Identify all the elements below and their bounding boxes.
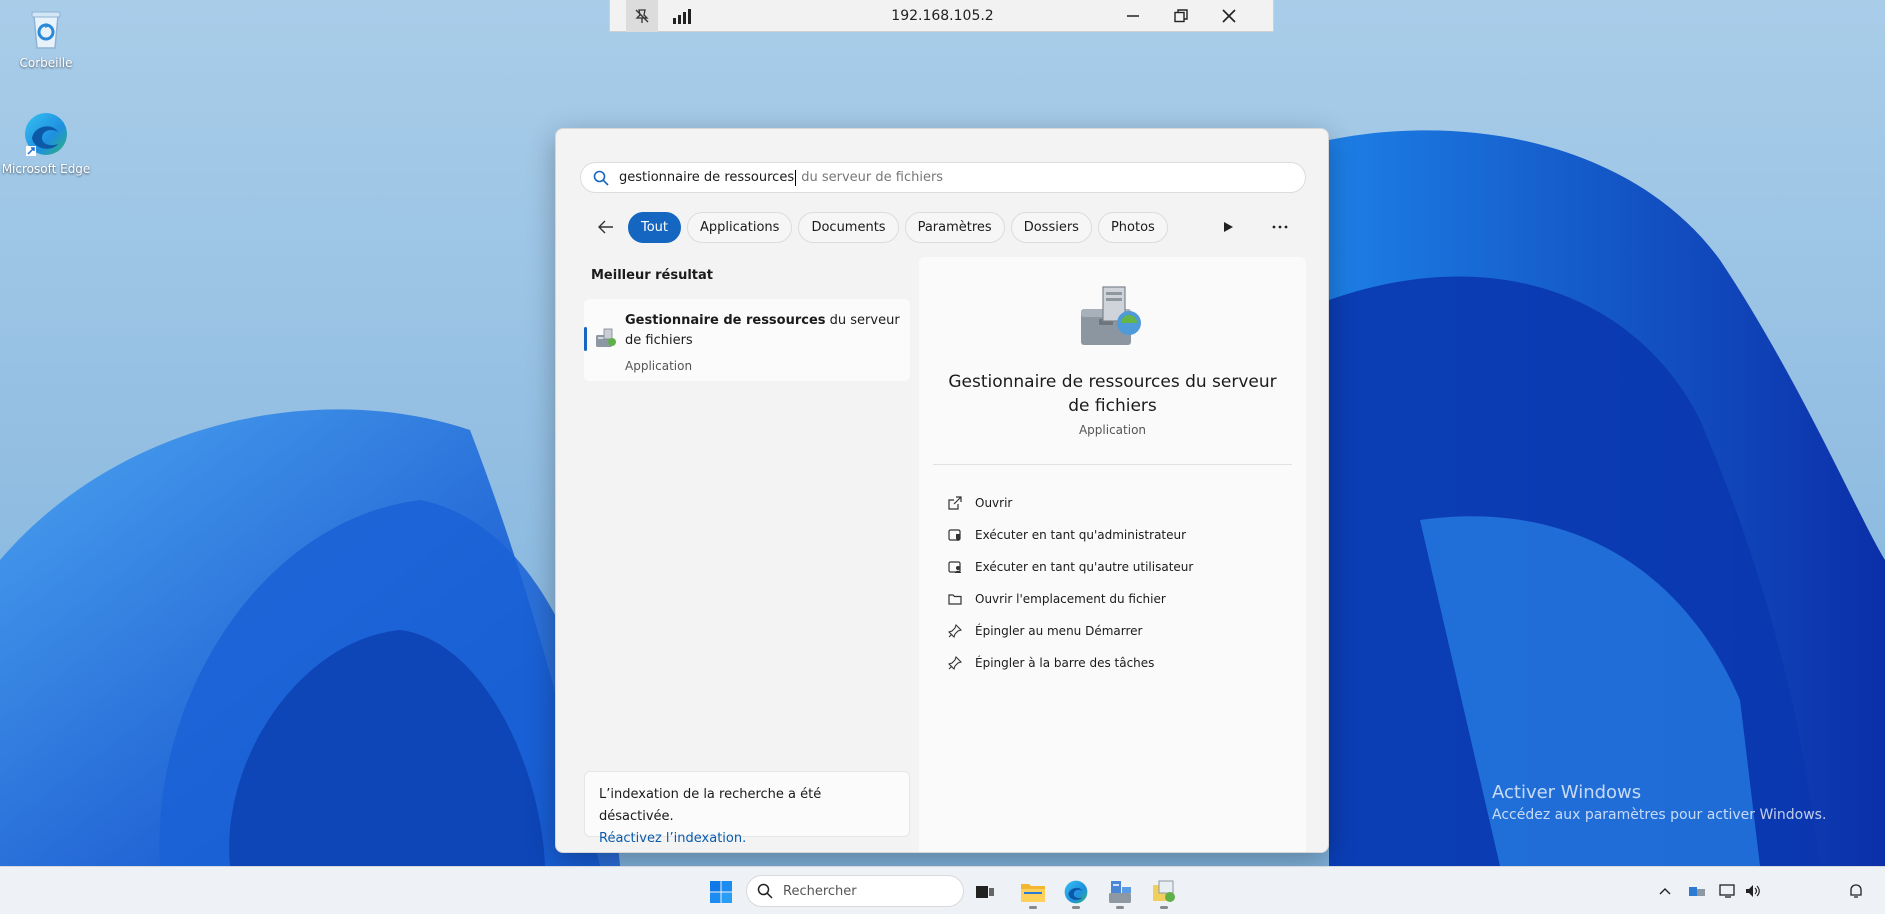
details-actions-list: Ouvrir Exécuter en tant qu'administrateu… — [947, 487, 1193, 679]
edge-icon — [1064, 880, 1088, 904]
file-server-resource-manager-icon — [596, 328, 616, 347]
taskbar-app-file-explorer[interactable] — [1016, 875, 1050, 909]
filter-tab-all[interactable]: Tout — [628, 211, 682, 243]
notification-bell-icon — [1850, 884, 1862, 898]
start-button[interactable] — [704, 875, 738, 909]
search-query-text: gestionnaire de ressources — [619, 170, 795, 185]
minimize-icon[interactable] — [1109, 0, 1157, 32]
filter-tab-documents[interactable]: Documents — [798, 211, 899, 243]
windows-logo-icon — [710, 881, 732, 903]
running-indicator — [1160, 906, 1168, 909]
filter-tab-settings[interactable]: Paramètres — [904, 211, 1005, 243]
action-label: Exécuter en tant qu'autre utilisateur — [975, 560, 1194, 574]
shield-admin-icon — [947, 527, 963, 543]
tray-display[interactable] — [1717, 880, 1739, 902]
details-title: Gestionnaire de ressources du serveur de… — [948, 372, 1277, 416]
watermark-title: Activer Windows — [1492, 782, 1642, 803]
action-label: Épingler à la barre des tâches — [975, 656, 1155, 670]
running-indicator — [1072, 906, 1080, 909]
selection-indicator — [584, 327, 587, 351]
taskbar-app-server-manager[interactable] — [1103, 875, 1137, 909]
play-more-filters-icon[interactable] — [1202, 211, 1254, 243]
best-result-heading: Meilleur résultat — [591, 268, 714, 283]
search-input[interactable]: gestionnaire de ressources du serveur de… — [580, 162, 1306, 193]
start-search-panel: gestionnaire de ressources du serveur de… — [555, 128, 1329, 853]
tray-volume[interactable] — [1742, 880, 1764, 902]
details-type: Application — [1078, 423, 1147, 437]
action-open-file-location[interactable]: Ouvrir l'emplacement du fichier — [947, 583, 1193, 615]
pin-icon — [947, 623, 963, 639]
file-server-resource-manager-icon — [1081, 286, 1141, 345]
desktop-icon-label: Microsoft Edge — [1, 162, 91, 176]
filter-tab-applications[interactable]: Applications — [687, 211, 793, 243]
reenable-indexing-link[interactable]: Réactivez l’indexation. — [599, 828, 895, 850]
search-autocomplete-text: du serveur de fichiers — [797, 170, 944, 185]
taskbar-search-placeholder: Rechercher — [783, 883, 857, 899]
activation-watermark: Activer Windows Accédez aux paramètres p… — [1492, 782, 1826, 823]
taskbar: Rechercher — [0, 866, 1885, 914]
result-details-pane: Gestionnaire de ressources du serveur de… — [919, 257, 1306, 852]
task-view-button[interactable] — [968, 875, 1002, 909]
taskbar-app-edge[interactable] — [1059, 875, 1093, 909]
file-explorer-icon — [1021, 884, 1045, 902]
recycle-bin-icon — [31, 11, 61, 49]
action-open[interactable]: Ouvrir — [947, 487, 1193, 519]
volume-icon — [1746, 885, 1760, 897]
notifications-button[interactable] — [1845, 880, 1867, 902]
close-icon[interactable] — [1205, 0, 1253, 32]
divider — [933, 464, 1292, 465]
watermark-subtitle: Accédez aux paramètres pour activer Wind… — [1492, 807, 1827, 823]
best-result-item[interactable]: Gestionnaire de ressources du serveur de… — [584, 299, 910, 381]
indexing-notice: L’indexation de la recherche a été désac… — [584, 771, 910, 846]
remote-desktop-bar: 192.168.105.2 — [609, 0, 1274, 32]
search-icon — [757, 883, 773, 899]
pin-icon — [947, 655, 963, 671]
action-label: Épingler au menu Démarrer — [975, 624, 1143, 638]
action-label: Exécuter en tant qu'administrateur — [975, 528, 1187, 542]
indexing-notice-text: L’indexation de la recherche a été désac… — [599, 787, 822, 824]
chevron-up-icon — [1659, 888, 1671, 895]
best-result-type: Application — [625, 359, 693, 373]
open-external-icon — [947, 495, 963, 511]
search-filter-bar: Tout Applications Documents Paramètres D… — [592, 211, 1306, 243]
restore-icon[interactable] — [1157, 0, 1205, 32]
action-label: Ouvrir — [975, 496, 1013, 510]
taskbar-app-file-server-resource-manager[interactable] — [1147, 875, 1181, 909]
action-label: Ouvrir l'emplacement du fichier — [975, 592, 1166, 606]
running-indicator — [1029, 906, 1037, 909]
filter-tab-folders[interactable]: Dossiers — [1010, 211, 1092, 243]
best-result-title-match: Gestionnaire de ressources — [625, 313, 826, 328]
action-run-as-other-user[interactable]: Exécuter en tant qu'autre utilisateur — [947, 551, 1193, 583]
task-view-icon — [976, 886, 994, 898]
file-server-icon — [1153, 880, 1175, 902]
running-indicator — [1116, 906, 1124, 909]
back-arrow-icon[interactable] — [592, 213, 620, 241]
search-icon — [593, 170, 609, 186]
desktop-icon-label: Corbeille — [19, 56, 73, 70]
pin-icon[interactable] — [626, 0, 658, 32]
display-icon — [1719, 884, 1735, 898]
action-pin-to-start[interactable]: Épingler au menu Démarrer — [947, 615, 1193, 647]
signal-icon[interactable] — [666, 0, 698, 32]
filter-tab-photos[interactable]: Photos — [1097, 211, 1168, 243]
best-result-title: Gestionnaire de ressources du serveur de… — [625, 311, 901, 351]
network-adapter-icon — [1689, 887, 1705, 896]
text-caret — [795, 169, 797, 186]
user-switch-icon — [947, 559, 963, 575]
desktop-icon-recycle-bin[interactable]: Corbeille — [0, 8, 92, 70]
tray-network-adapter[interactable] — [1686, 880, 1708, 902]
folder-icon — [947, 591, 963, 607]
action-pin-to-taskbar[interactable]: Épingler à la barre des tâches — [947, 647, 1193, 679]
show-hidden-icons-button[interactable] — [1654, 880, 1676, 902]
edge-icon — [25, 113, 67, 156]
desktop-icon-edge[interactable]: Microsoft Edge — [0, 110, 92, 176]
action-run-as-admin[interactable]: Exécuter en tant qu'administrateur — [947, 519, 1193, 551]
more-options-icon[interactable] — [1254, 211, 1306, 243]
taskbar-search-box[interactable]: Rechercher — [746, 875, 964, 907]
server-manager-icon — [1109, 881, 1131, 903]
